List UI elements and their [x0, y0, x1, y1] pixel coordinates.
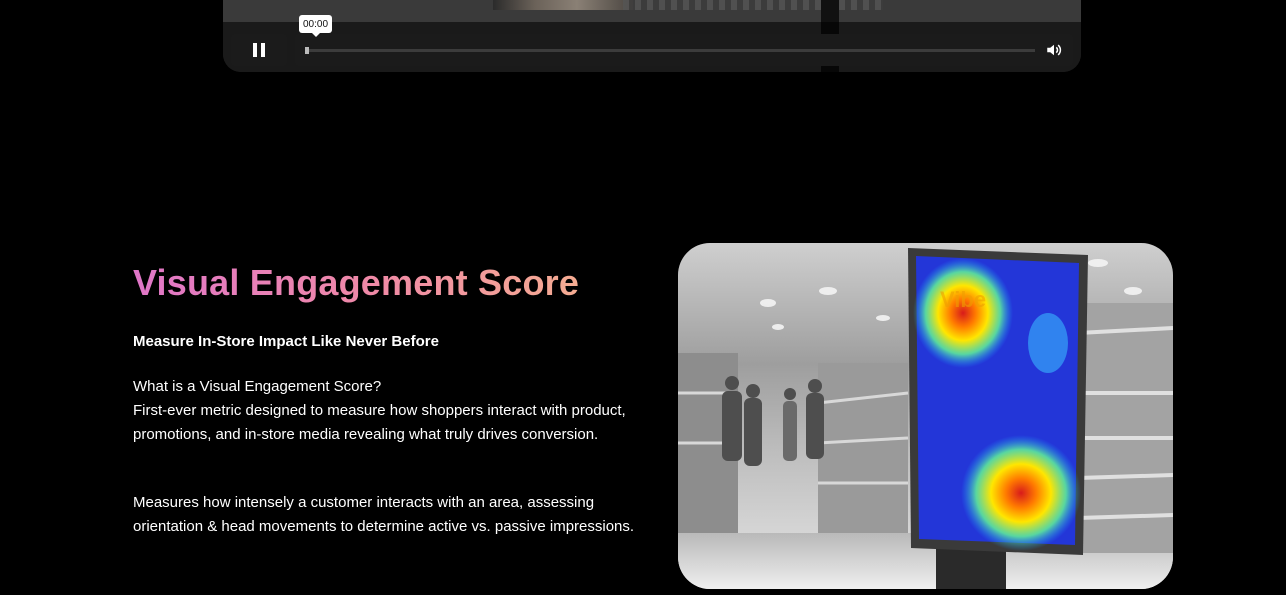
intro-answer: First-ever metric designed to measure ho…: [133, 402, 626, 443]
progress-knob[interactable]: [305, 46, 309, 54]
progress-bar[interactable]: 00:00: [299, 14, 1035, 54]
heatmap-illustration: Vibe: [678, 248, 1173, 589]
volume-icon[interactable]: [1045, 41, 1063, 59]
measure-paragraph: Measures how intensely a customer intera…: [133, 494, 635, 535]
intro-question: What is a Visual Engagement Score?: [133, 378, 382, 395]
video-player[interactable]: 00:00: [223, 0, 1081, 72]
display-screen-text: Vibe: [940, 287, 986, 312]
timeline-container: 00:00: [295, 14, 1073, 66]
intro-paragraph: What is a Visual Engagement Score? First…: [133, 375, 643, 447]
section-title: Visual Engagement Score: [133, 262, 580, 303]
video-controls: 00:00: [231, 14, 1073, 66]
video-scene-figure: [493, 0, 633, 10]
current-time-tooltip: 00:00: [299, 14, 333, 37]
pause-button[interactable]: [231, 34, 287, 66]
video-scene-shelves: [623, 0, 883, 10]
heatmap-display-image: Vibe: [678, 243, 1173, 589]
pause-icon: [253, 43, 265, 57]
section-subtitle: Measure In-Store Impact Like Never Befor…: [133, 333, 439, 350]
